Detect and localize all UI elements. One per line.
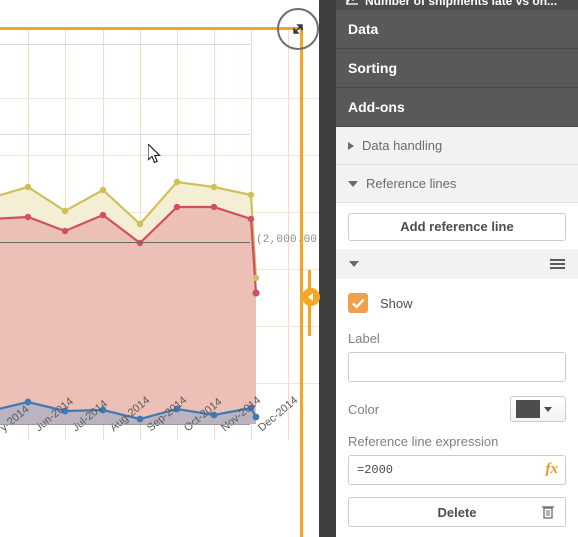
panel-section-label: Add-ons [348,99,405,115]
color-picker-button[interactable] [510,396,566,422]
properties-panel: Number of shipments late vs on... Data S… [336,0,578,537]
area-fill-ontime [0,207,256,424]
panel-header: Number of shipments late vs on... [336,0,578,10]
reference-line [0,242,250,243]
selection-border-top [0,27,303,30]
expression-input[interactable] [348,455,566,485]
panel-header-title: Number of shipments late vs on... [365,0,558,8]
chevron-down-icon [544,406,552,412]
reference-line-label: (2,000.00) [256,234,325,246]
subsection-label: Data handling [362,138,443,153]
subsection-label: Reference lines [366,176,457,191]
reference-lines-body: Add reference line Show Label Color Refe… [336,213,578,527]
resize-diagonal-icon [289,20,307,38]
panel-divider [319,0,336,537]
expression-field-group: Reference line expression fx [336,434,578,485]
chart-container: (2,000.00) y-2014 Jun-2014 Jul-2014 Aug-… [0,0,336,537]
hamburger-icon[interactable] [550,257,565,271]
chevron-down-icon [348,180,358,187]
label-field-caption: Label [348,331,380,346]
reference-line-item-header[interactable] [336,249,578,279]
delete-reference-line-button[interactable]: Delete [348,497,566,527]
panel-section-sorting[interactable]: Sorting [336,49,578,88]
chart-series-svg [0,178,260,424]
chevron-down-icon[interactable] [349,261,359,267]
color-field-group: Color [336,382,578,426]
selection-border-right [300,27,303,537]
color-field-caption: Color [348,401,380,417]
delete-button-label: Delete [437,504,477,520]
panel-section-label: Data [348,21,379,37]
label-field-group: Label [336,331,578,382]
show-label: Show [380,295,413,311]
chevron-right-icon [348,141,354,150]
trash-icon [541,504,555,523]
chevron-left-icon [308,293,313,301]
label-input[interactable] [348,352,566,382]
resize-handle[interactable] [277,8,319,50]
chart-icon [346,0,359,8]
show-toggle-row[interactable]: Show [336,279,578,323]
subsection-reference-lines[interactable]: Reference lines [336,165,578,203]
app-screen: (2,000.00) y-2014 Jun-2014 Jul-2014 Aug-… [0,0,578,537]
panel-section-data[interactable]: Data [336,10,578,49]
show-checkbox[interactable] [348,293,368,313]
mouse-cursor [147,142,162,169]
add-reference-line-button[interactable]: Add reference line [348,213,566,241]
expression-field-caption: Reference line expression [348,434,499,449]
chart-plot-area [0,30,300,440]
color-swatch [516,400,540,418]
panel-section-addons[interactable]: Add-ons [336,88,578,127]
x-axis-labels: y-2014 Jun-2014 Jul-2014 Aug-2014 Sep-20… [0,394,336,515]
panel-collapse-button[interactable] [302,288,320,306]
panel-section-label: Sorting [348,60,397,76]
x-axis-line [0,424,250,425]
subsection-data-handling[interactable]: Data handling [336,127,578,165]
